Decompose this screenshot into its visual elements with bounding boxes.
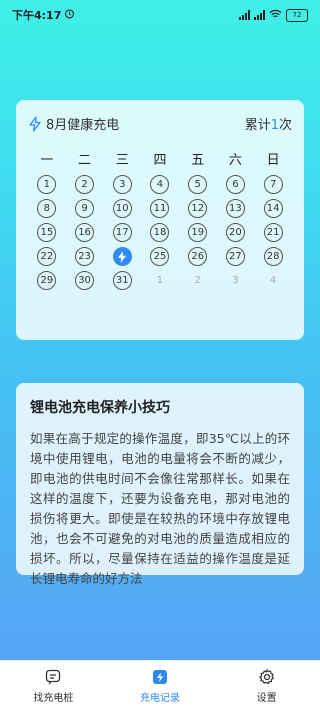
calendar-day[interactable]: 26 bbox=[188, 247, 208, 266]
gear-icon bbox=[258, 669, 274, 685]
calendar-day[interactable]: 6 bbox=[225, 175, 245, 194]
weekday-label: 二 bbox=[78, 153, 92, 168]
calendar-day[interactable]: 10 bbox=[112, 199, 132, 218]
tips-card: 锂电池充电保养小技巧 如果在高于规定的操作温度，即35℃以上的环境中使用锂电，电… bbox=[16, 383, 304, 586]
wifi-icon bbox=[269, 9, 282, 22]
status-bar: 下午4:17 72 bbox=[0, 0, 320, 30]
calendar-day[interactable]: 4 bbox=[150, 175, 170, 194]
charge-total-suffix: 次 bbox=[278, 118, 292, 133]
calendar-day[interactable]: 11 bbox=[150, 199, 170, 218]
calendar-day[interactable]: 12 bbox=[188, 199, 208, 218]
weekday-label: 日 bbox=[266, 153, 280, 168]
calendar-day-charged[interactable] bbox=[112, 247, 132, 266]
calendar-day[interactable]: 14 bbox=[263, 199, 283, 218]
calendar-day[interactable]: 18 bbox=[150, 223, 170, 242]
nav-charge-records-label: 充电记录 bbox=[140, 693, 180, 704]
battery-icon: 72 bbox=[286, 8, 308, 22]
calendar-title: 8月健康充电 bbox=[46, 118, 120, 133]
weekday-label: 五 bbox=[191, 153, 205, 168]
calendar-day[interactable]: 5 bbox=[188, 175, 208, 194]
charge-total: 累计1次 bbox=[245, 114, 292, 133]
weekday-label: 三 bbox=[115, 153, 129, 168]
calendar-day-next-month: 1 bbox=[156, 275, 164, 286]
calendar-day[interactable]: 21 bbox=[263, 223, 283, 242]
calendar-day[interactable]: 15 bbox=[37, 223, 57, 242]
nav-find-charger[interactable]: 找充电桩 bbox=[0, 661, 107, 711]
calendar-grid: 1 2 3 4 5 6 7 8 9 10 11 12 13 14 15 16 1… bbox=[28, 175, 292, 290]
weekday-label: 四 bbox=[153, 153, 167, 168]
nav-find-charger-label: 找充电桩 bbox=[33, 693, 74, 704]
calendar-day[interactable]: 2 bbox=[75, 175, 95, 194]
calendar-day[interactable]: 7 bbox=[263, 175, 283, 194]
alarm-icon bbox=[64, 8, 75, 22]
nav-settings[interactable]: 设置 bbox=[213, 661, 320, 711]
calendar-day[interactable]: 1 bbox=[37, 175, 57, 194]
calendar-day-next-month: 2 bbox=[194, 275, 201, 286]
calendar-header: 8月健康充电 累计1次 bbox=[28, 114, 292, 133]
calendar-day[interactable]: 9 bbox=[75, 199, 95, 218]
calendar-day[interactable]: 3 bbox=[112, 175, 132, 194]
calendar-day[interactable]: 28 bbox=[263, 247, 283, 266]
weekday-label: 六 bbox=[228, 153, 242, 168]
tips-title: 锂电池充电保养小技巧 bbox=[30, 400, 170, 416]
calendar-card: 8月健康充电 累计1次 一 二 三 四 五 六 日 1 2 3 4 5 6 7 … bbox=[16, 100, 304, 340]
lightning-icon bbox=[118, 250, 127, 263]
lightning-icon bbox=[29, 115, 41, 132]
nav-charge-records[interactable]: 充电记录 bbox=[107, 661, 214, 711]
weekday-label: 一 bbox=[40, 153, 54, 168]
calendar-day[interactable]: 29 bbox=[37, 271, 57, 290]
tips-body: 如果在高于规定的操作温度，即35℃以上的环境中使用锂电，电池的电量将会不断的减少… bbox=[30, 431, 290, 586]
chat-icon bbox=[46, 669, 61, 685]
calendar-day[interactable]: 30 bbox=[75, 271, 95, 290]
signal-icon-2 bbox=[254, 10, 265, 20]
nav-settings-label: 设置 bbox=[256, 693, 277, 704]
calendar-day[interactable]: 13 bbox=[225, 199, 245, 218]
weekday-row: 一 二 三 四 五 六 日 bbox=[28, 149, 292, 168]
calendar-day[interactable]: 22 bbox=[37, 247, 57, 266]
calendar-day[interactable]: 19 bbox=[188, 223, 208, 242]
calendar-day[interactable]: 23 bbox=[75, 247, 95, 266]
signal-icon bbox=[239, 10, 250, 20]
calendar-day[interactable]: 8 bbox=[37, 199, 57, 218]
calendar-day[interactable]: 20 bbox=[225, 223, 245, 242]
calendar-day-next-month: 4 bbox=[269, 275, 277, 286]
charge-total-prefix: 累计 bbox=[244, 118, 271, 133]
status-time: 下午4:17 bbox=[12, 9, 62, 22]
charge-record-icon bbox=[153, 670, 167, 684]
charge-total-count: 1 bbox=[270, 118, 279, 133]
calendar-day[interactable]: 16 bbox=[75, 223, 95, 242]
calendar-day[interactable]: 27 bbox=[225, 247, 245, 266]
calendar-day[interactable]: 17 bbox=[112, 223, 132, 242]
calendar-day[interactable]: 25 bbox=[150, 247, 170, 266]
calendar-day[interactable]: 31 bbox=[112, 271, 132, 290]
bottom-nav: 找充电桩 充电记录 设置 bbox=[0, 660, 320, 711]
calendar-day-next-month: 3 bbox=[232, 275, 239, 286]
